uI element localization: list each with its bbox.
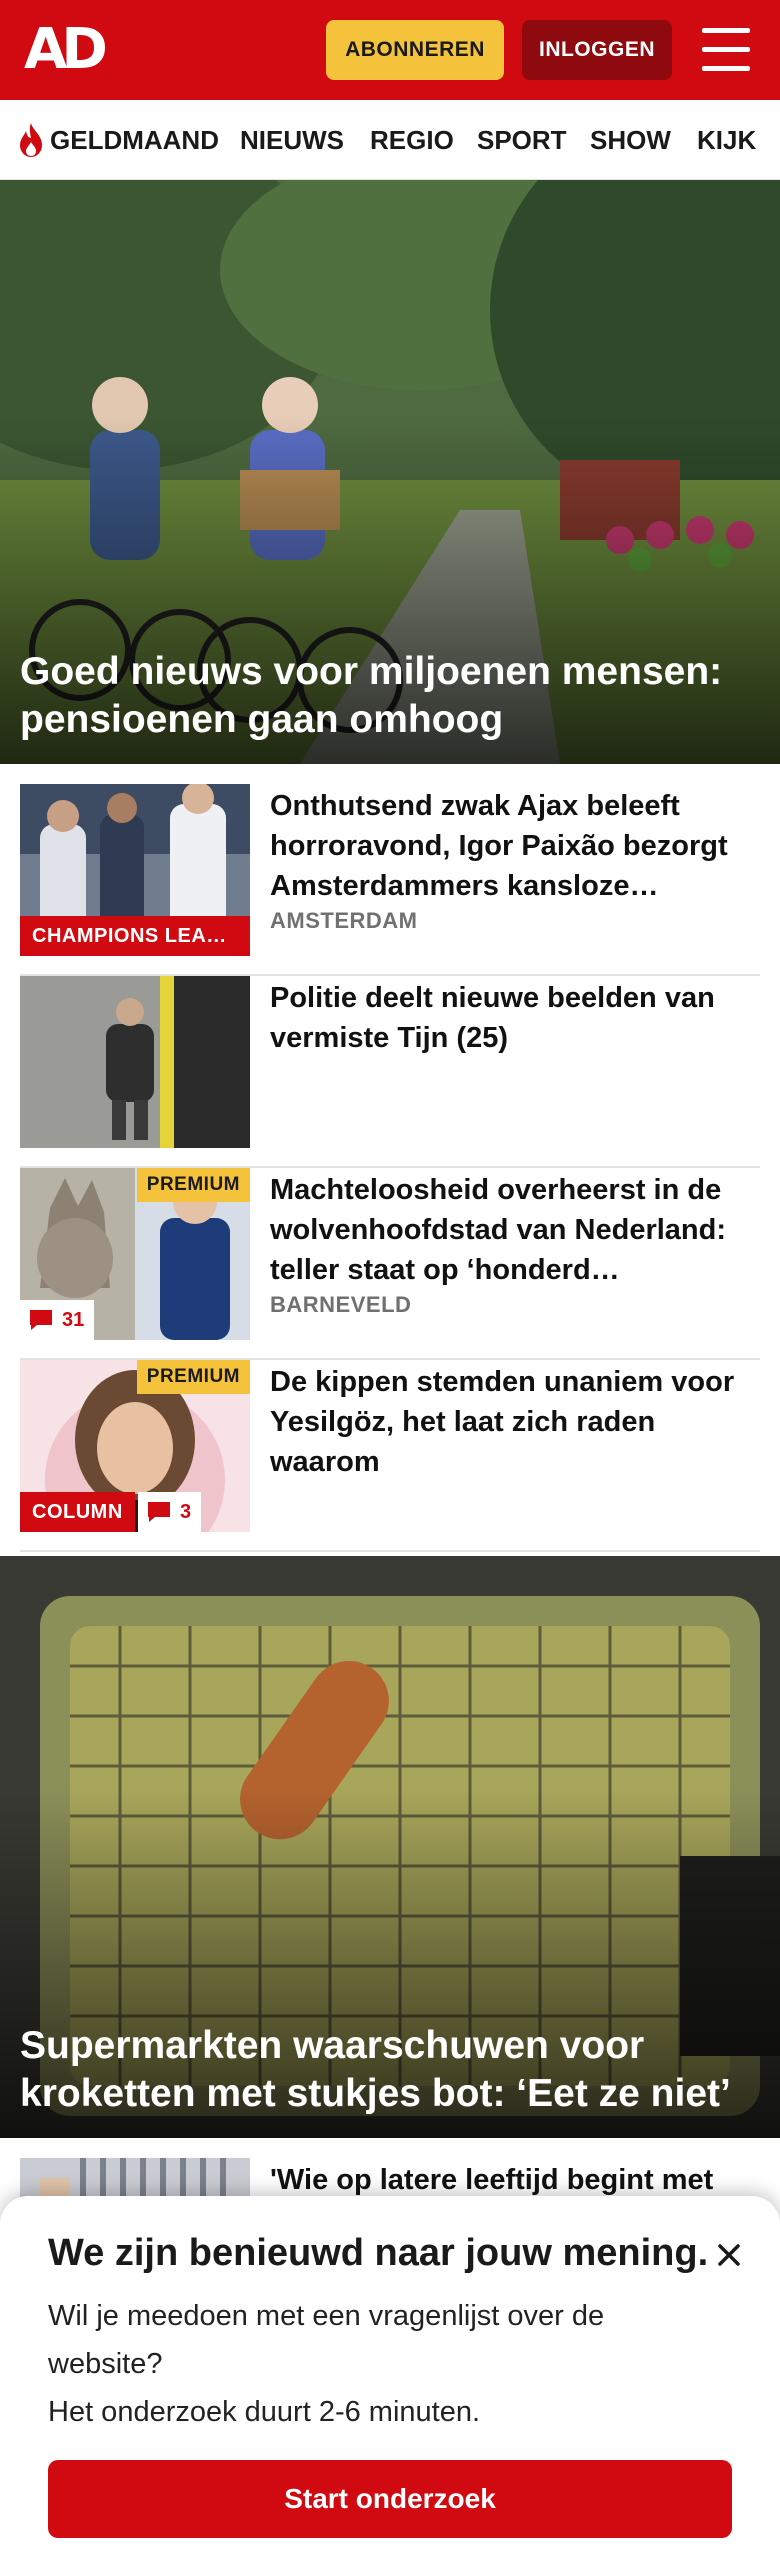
thumbnail-tijn <box>20 976 250 1148</box>
premium-badge: PREMIUM <box>136 1168 250 1202</box>
comment-icon <box>30 1310 52 1330</box>
comments-badge[interactable]: 31 <box>20 1300 95 1340</box>
popup-text-line1: Wil je meedoen met een vragenlijst over … <box>48 2300 605 2380</box>
popup-title: We zijn benieuwd naar jouw mening. <box>48 2232 709 2274</box>
article-title[interactable]: De kippen stemden unaniem voor Yesilgöz,… <box>270 1362 760 1482</box>
nav-item-show[interactable]: SHOW <box>590 100 671 179</box>
hamburger-menu-icon[interactable] <box>700 24 752 76</box>
list-item[interactable]: CHAMPIONS LEA… Onthutsend zwak Ajax bele… <box>20 784 760 976</box>
close-icon[interactable] <box>712 2238 746 2272</box>
thumbnail-wolf: PREMIUM 31 <box>20 1168 250 1340</box>
hero-title[interactable]: Supermarkten waarschuwen voor kroketten … <box>20 2022 756 2118</box>
survey-popup: We zijn benieuwd naar jouw mening. Wil j… <box>0 2196 780 2560</box>
article-title[interactable]: Onthutsend zwak Ajax beleeft horroravond… <box>270 786 760 906</box>
premium-badge: PREMIUM <box>136 1360 250 1394</box>
popup-text-line2: Het onderzoek duurt 2-6 minuten. <box>48 2396 481 2428</box>
article-location: AMSTERDAM <box>270 908 418 933</box>
list-item[interactable]: Politie deelt nieuwe beelden van vermist… <box>20 976 760 1168</box>
hero-article-pensions[interactable]: Goed nieuws voor miljoenen mensen: pensi… <box>0 180 780 764</box>
article-title[interactable]: Machteloosheid overheerst in de wolvenho… <box>270 1170 760 1290</box>
comment-icon <box>148 1502 170 1522</box>
hero-article-kroketten[interactable]: Supermarkten waarschuwen voor kroketten … <box>0 1556 780 2138</box>
thumbnail-column: PREMIUM COLUMN 3 <box>20 1360 250 1532</box>
list-item[interactable]: PREMIUM COLUMN 3 De kippen stemden unani… <box>20 1360 760 1552</box>
start-survey-button[interactable]: Start onderzoek <box>48 2460 732 2538</box>
popup-body: Wil je meedoen met een vragenlijst over … <box>48 2292 708 2436</box>
nav-item-geldmaand[interactable]: GELDMAAND <box>50 100 219 179</box>
flame-icon <box>20 123 42 157</box>
list-item[interactable]: PREMIUM 31 Machteloosheid overheerst in … <box>20 1168 760 1360</box>
comments-badge[interactable]: 3 <box>138 1492 202 1532</box>
hero-title[interactable]: Goed nieuws voor miljoenen mensen: pensi… <box>20 648 756 744</box>
comment-count: 31 <box>62 1309 85 1331</box>
article-location: BARNEVELD <box>270 1292 412 1317</box>
nav-item-nieuws[interactable]: NIEUWS <box>240 100 344 179</box>
category-badge: CHAMPIONS LEA… <box>20 916 250 956</box>
section-nav: GELDMAAND NIEUWS REGIO SPORT SHOW KIJK <box>0 100 780 180</box>
article-title[interactable]: 'Wie op latere leeftijd begint met <box>270 2160 760 2200</box>
nav-item-sport[interactable]: SPORT <box>477 100 567 179</box>
ad-logo[interactable]: AD <box>24 22 108 78</box>
comment-count: 3 <box>180 1501 192 1523</box>
top-header: AD ABONNEREN INLOGGEN <box>0 0 780 100</box>
login-button[interactable]: INLOGGEN <box>522 20 672 80</box>
nav-item-regio[interactable]: REGIO <box>370 100 454 179</box>
nav-item-kijk[interactable]: KIJK <box>697 100 756 179</box>
subscribe-button[interactable]: ABONNEREN <box>326 20 504 80</box>
thumbnail-ajax: CHAMPIONS LEA… <box>20 784 250 956</box>
category-badge: COLUMN <box>20 1492 135 1532</box>
article-title[interactable]: Politie deelt nieuwe beelden van vermist… <box>270 978 760 1058</box>
